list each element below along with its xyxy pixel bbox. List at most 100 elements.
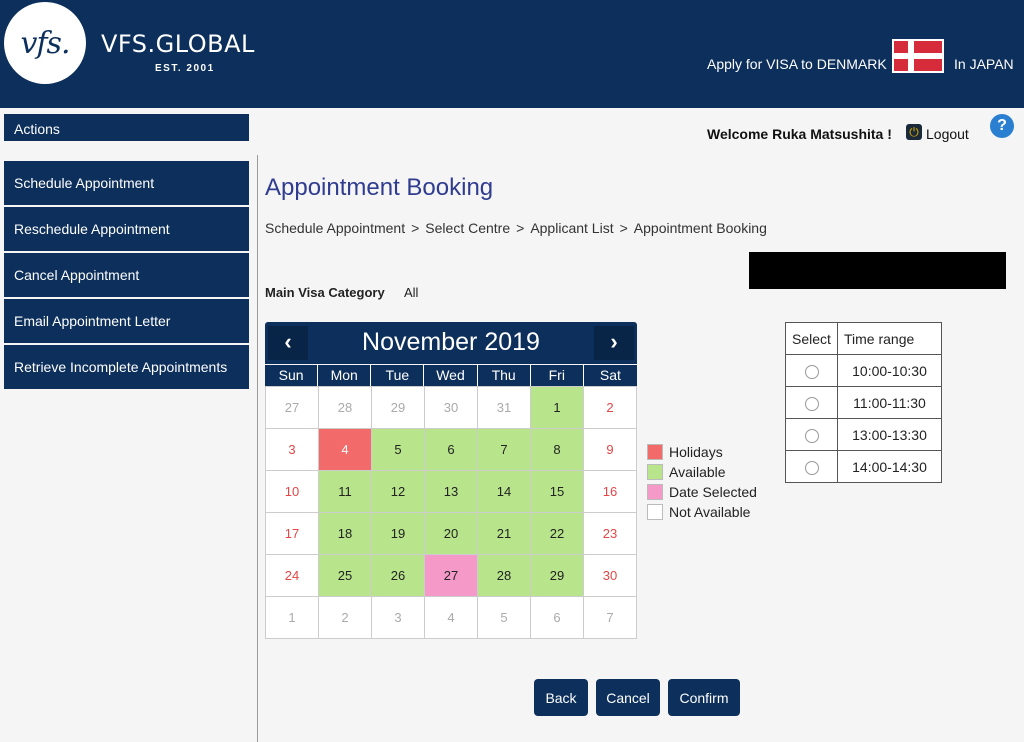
header-bar: vfs. VFS.GLOBAL EST. 2001 Apply for VISA… [0, 0, 1024, 108]
calendar-day-weekend: 17 [266, 513, 319, 555]
legend-swatch [647, 444, 663, 460]
calendar-day-weekend: 2 [584, 387, 637, 429]
divider [257, 155, 258, 742]
sidebar-item-schedule-appointment[interactable]: Schedule Appointment [4, 161, 249, 205]
calendar-day-na: 2 [319, 597, 372, 639]
breadcrumb-separator: > [516, 220, 525, 236]
legend-label: Not Available [669, 504, 751, 520]
actions-heading: Actions [4, 114, 249, 141]
calendar-day-weekend: 30 [584, 555, 637, 597]
vfs-logo[interactable]: vfs. [4, 2, 86, 84]
calendar-day-avail[interactable]: 12 [372, 471, 425, 513]
calendar-day-avail[interactable]: 1 [531, 387, 584, 429]
help-icon[interactable]: ? [990, 114, 1014, 138]
col-time-range-header: Time range [837, 322, 942, 355]
legend-swatch [647, 504, 663, 520]
calendar-day-weekend: 9 [584, 429, 637, 471]
breadcrumb-item[interactable]: Schedule Appointment [265, 220, 405, 236]
calendar-day-holiday: 4 [319, 429, 372, 471]
legend-label: Date Selected [669, 484, 757, 500]
calendar-day-na: 29 [372, 387, 425, 429]
sidebar-menu: Schedule Appointment Reschedule Appointm… [4, 161, 249, 391]
table-row[interactable]: 11:00-11:30 [785, 386, 942, 419]
calendar-day-avail[interactable]: 22 [531, 513, 584, 555]
calendar-day-avail[interactable]: 14 [478, 471, 531, 513]
weekday-mon: Mon [318, 365, 372, 386]
table-header-row: Select Time range [785, 322, 942, 355]
calendar-day-avail[interactable]: 15 [531, 471, 584, 513]
legend-swatch [647, 464, 663, 480]
time-slot-radio[interactable] [804, 396, 819, 411]
apply-visa-text: Apply for VISA to DENMARK [707, 56, 887, 72]
sidebar-item-cancel-appointment[interactable]: Cancel Appointment [4, 253, 249, 297]
calendar-grid: 27 28 29 30 31 1 2 3 4 5 6 7 8 9 10 11 12 13 14 15 16 17 18 19 2… [265, 386, 637, 639]
weekday-sun: Sun [265, 365, 319, 386]
confirm-button[interactable]: Confirm [668, 679, 740, 716]
calendar-day-avail[interactable]: 26 [372, 555, 425, 597]
calendar-day-weekend: 10 [266, 471, 319, 513]
legend-label: Available [669, 464, 726, 480]
table-row[interactable]: 14:00-14:30 [785, 450, 942, 483]
breadcrumb-item[interactable]: Select Centre [425, 220, 510, 236]
next-month-button[interactable]: › [594, 326, 634, 360]
sidebar-item-reschedule-appointment[interactable]: Reschedule Appointment [4, 207, 249, 251]
calendar-day-na: 30 [425, 387, 478, 429]
welcome-text: Welcome Ruka Matsushita ! [707, 126, 892, 142]
table-row[interactable]: 13:00-13:30 [785, 418, 942, 451]
calendar-day-selected[interactable]: 27 [425, 555, 478, 597]
time-range-cell: 11:00-11:30 [837, 386, 942, 419]
breadcrumb-separator: > [411, 220, 420, 236]
calendar-day-avail[interactable]: 5 [372, 429, 425, 471]
calendar-day-na: 28 [319, 387, 372, 429]
legend-item: Available [647, 462, 757, 482]
breadcrumb-separator: > [619, 220, 628, 236]
power-icon[interactable]: ⏻ [906, 124, 922, 140]
time-range-cell: 13:00-13:30 [837, 418, 942, 451]
calendar-day-na: 5 [478, 597, 531, 639]
weekday-row: Sun Mon Tue Wed Thu Fri Sat [265, 365, 637, 386]
table-row[interactable]: 10:00-10:30 [785, 354, 942, 387]
main-visa-category-label: Main Visa Category [265, 285, 385, 300]
time-slot-radio[interactable] [804, 428, 819, 443]
calendar-day-avail[interactable]: 28 [478, 555, 531, 597]
time-slot-radio[interactable] [804, 460, 819, 475]
calendar-day-avail[interactable]: 20 [425, 513, 478, 555]
brand-name: VFS.GLOBAL [101, 30, 255, 58]
calendar-day-na: 7 [584, 597, 637, 639]
breadcrumb-item[interactable]: Applicant List [530, 220, 613, 236]
cancel-button[interactable]: Cancel [596, 679, 660, 716]
calendar-day-avail[interactable]: 6 [425, 429, 478, 471]
slot-select-cell [785, 386, 838, 419]
calendar-day-weekend: 16 [584, 471, 637, 513]
denmark-flag-icon [892, 39, 944, 73]
logout-link[interactable]: Logout [926, 126, 969, 142]
back-button[interactable]: Back [534, 679, 588, 716]
app-root: vfs. VFS.GLOBAL EST. 2001 Apply for VISA… [0, 0, 1024, 742]
calendar-day-avail[interactable]: 13 [425, 471, 478, 513]
calendar-day-avail[interactable]: 19 [372, 513, 425, 555]
time-range-cell: 14:00-14:30 [837, 450, 942, 483]
calendar-day-na: 3 [372, 597, 425, 639]
calendar-day-avail[interactable]: 25 [319, 555, 372, 597]
calendar-day-avail[interactable]: 11 [319, 471, 372, 513]
calendar-day-avail[interactable]: 18 [319, 513, 372, 555]
calendar: ‹ November 2019 › Sun Mon Tue Wed Thu Fri Sat … [265, 322, 637, 639]
calendar-day-avail[interactable]: 7 [478, 429, 531, 471]
main-visa-category-value: All [404, 285, 419, 300]
calendar-day-avail[interactable]: 29 [531, 555, 584, 597]
calendar-day-na: 27 [266, 387, 319, 429]
calendar-day-avail[interactable]: 8 [531, 429, 584, 471]
time-slot-radio[interactable] [804, 364, 819, 379]
breadcrumb-item-current: Appointment Booking [633, 220, 767, 236]
legend-item: Holidays [647, 442, 757, 462]
legend-item: Not Available [647, 502, 757, 522]
calendar-day-weekend: 24 [266, 555, 319, 597]
sidebar-item-retrieve-incomplete-appointments[interactable]: Retrieve Incomplete Appointments [4, 345, 249, 389]
logo-text: vfs. [20, 25, 71, 61]
calendar-day-na: 31 [478, 387, 531, 429]
calendar-month: November 2019 [362, 328, 540, 356]
sidebar-item-email-appointment-letter[interactable]: Email Appointment Letter [4, 299, 249, 343]
weekday-tue: Tue [371, 365, 425, 386]
calendar-day-avail[interactable]: 21 [478, 513, 531, 555]
calendar-day-na: 6 [531, 597, 584, 639]
